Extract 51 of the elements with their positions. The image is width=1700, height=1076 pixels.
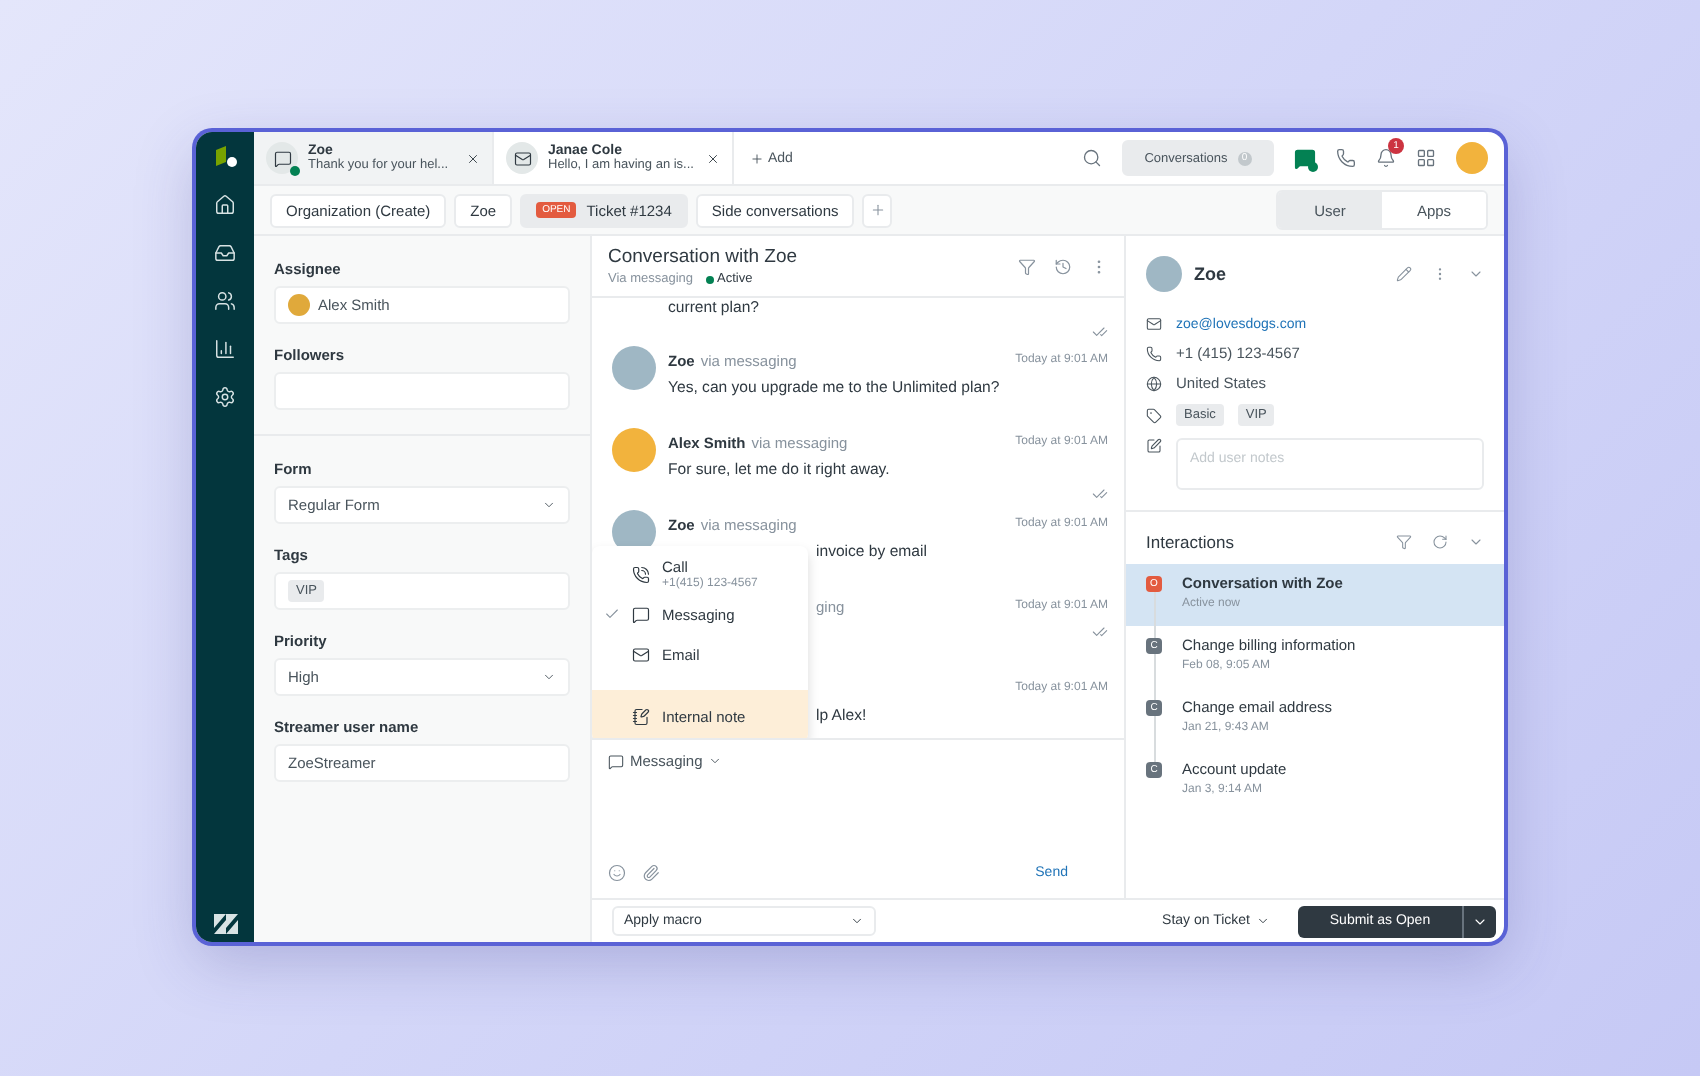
chat-status-icon[interactable] [1294,147,1316,169]
settings-icon[interactable] [214,386,236,408]
close-icon[interactable] [706,151,720,165]
envelope-icon [632,645,650,663]
phone-icon [1146,345,1162,361]
user-avatar[interactable] [1456,142,1488,174]
globe-icon [1146,375,1162,391]
chat-bubble-icon [632,605,650,623]
filter-icon[interactable] [1018,257,1036,275]
close-icon[interactable] [466,151,480,165]
chevron-down-icon [1256,914,1270,928]
chat-bubble-icon [608,753,624,769]
avatar [288,294,310,316]
note-icon [632,707,650,725]
section-title: Interactions [1146,532,1234,552]
logo-icon [213,144,237,168]
pencil-icon[interactable] [1396,266,1412,282]
chevron-down-icon [542,498,556,512]
envelope-icon [1146,316,1162,332]
avatar [612,346,656,390]
plus-icon [750,151,764,165]
chevron-down-icon[interactable] [1468,534,1484,550]
refresh-icon[interactable] [1432,534,1448,550]
bar-chart-icon[interactable] [214,338,236,360]
filter-icon[interactable] [1396,534,1412,550]
inbox-icon[interactable] [214,242,236,264]
search-icon[interactable] [1082,148,1102,168]
chat-bubble-icon [273,149,291,167]
history-icon[interactable] [1054,257,1072,275]
tag-icon [1146,407,1162,423]
users-icon[interactable] [214,290,236,312]
envelope-icon [513,149,531,167]
chevron-down-icon [542,670,556,684]
chevron-down-icon [708,754,723,768]
chevron-down-icon[interactable] [1468,266,1484,282]
conversation-title: Conversation with Zoe [608,246,798,268]
home-icon[interactable] [214,194,236,216]
chevron-down-icon [850,914,864,928]
logo-icon [213,914,237,934]
bell-icon[interactable] [1376,148,1396,168]
plus-icon [869,202,886,218]
smiley-icon[interactable] [608,864,626,882]
paperclip-icon[interactable] [642,864,660,882]
avatar [1146,256,1182,292]
phone-icon[interactable] [1336,148,1356,168]
add-button[interactable] [862,193,893,227]
grid-icon[interactable] [1416,148,1436,168]
phone-icon [632,565,650,583]
user-name: Zoe [1194,264,1227,284]
submit-options-button[interactable] [1462,905,1496,937]
note-icon [1146,438,1162,454]
